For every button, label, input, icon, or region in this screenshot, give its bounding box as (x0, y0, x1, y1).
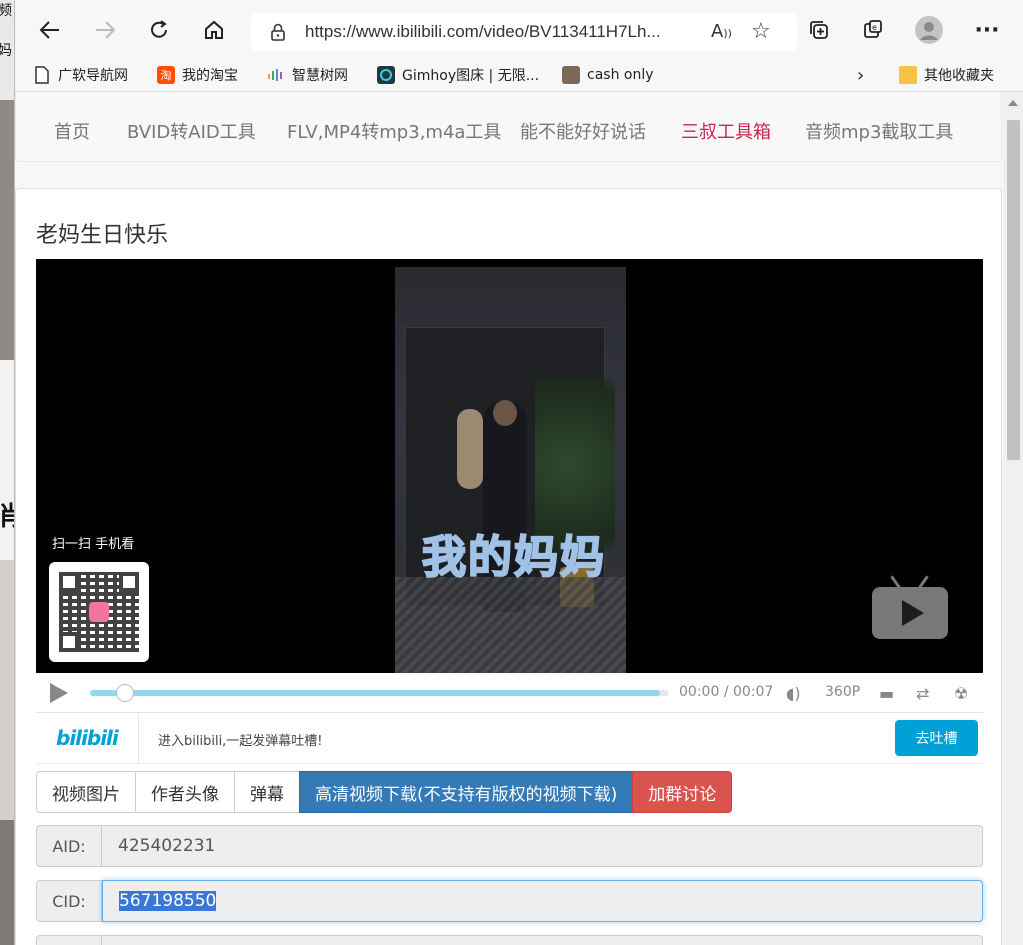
address-bar[interactable]: https://www.ibilibili.com/video/BV113411… (251, 13, 797, 51)
cid-selected-text: 567198550 (119, 891, 217, 911)
tab-video-images[interactable]: 视频图片 (36, 771, 136, 813)
next-field (36, 935, 983, 945)
video-overlay-text: 我的妈妈 (421, 531, 606, 584)
bookmark-label: 我的淘宝 (182, 68, 238, 84)
cid-label: CID: (36, 880, 102, 922)
tv-play-icon[interactable] (872, 575, 948, 639)
video-player[interactable]: 我的妈妈 扫一扫 手机看 (36, 259, 983, 673)
background-glyph: 肖 (0, 502, 14, 532)
background-glyph: 频 (0, 3, 12, 19)
lock-icon[interactable] (269, 22, 289, 42)
bookmark-item[interactable]: 广软导航网 (33, 64, 128, 86)
play-icon[interactable] (50, 683, 68, 703)
extensions-icon[interactable]: e (857, 14, 889, 46)
nav-item-toolbox[interactable]: 三叔工具箱 (681, 118, 771, 144)
aid-input[interactable]: 425402231 (102, 825, 983, 867)
nav-item-home[interactable]: 首页 (54, 118, 90, 144)
video-panel: 老妈生日快乐 我的妈妈 扫一扫 手机看 00:00 / 00:07 ◖) 360… (15, 188, 1002, 945)
bilibili-logo: bilibili (56, 726, 119, 750)
browser-toolbar: https://www.ibilibili.com/video/BV113411… (15, 0, 1023, 58)
bookmark-item[interactable]: Gimhoy图床 | 无限... (377, 64, 539, 86)
tab-buttons: 视频图片 作者头像 弹幕 高清视频下载(不支持有版权的视频下载) 加群讨论 (36, 771, 733, 813)
other-bookmarks-label: 其他收藏夹 (924, 68, 994, 84)
qr-code (49, 562, 149, 662)
bookmark-label: 智慧树网 (292, 68, 348, 84)
loop-icon[interactable]: ⇄ (916, 684, 929, 703)
current-time: 00:00 (679, 684, 720, 700)
danmaku-bar: bilibili 进入bilibili,一起发弹幕吐槽! 去吐槽 (36, 714, 983, 764)
cid-field: CID: 567198550 (36, 880, 983, 922)
danmaku-toggle-icon[interactable]: ▬ (879, 684, 894, 703)
collections-icon[interactable] (803, 14, 835, 46)
home-icon[interactable] (198, 14, 230, 46)
zhihuishu-icon (267, 66, 285, 84)
browser-window: https://www.ibilibili.com/video/BV113411… (14, 0, 1023, 945)
nav-item-bvid-to-aid[interactable]: BVID转AID工具 (127, 118, 256, 144)
other-bookmarks[interactable]: 其他收藏夹 (899, 64, 994, 86)
arrow-right-icon[interactable] (89, 14, 121, 46)
duration: 00:07 (732, 684, 774, 700)
player-controls: 00:00 / 00:07 ◖) 360P ▬ ⇄ ☢ (36, 673, 983, 713)
cid-input[interactable]: 567198550 (102, 880, 983, 922)
background-window: 频 妈 肖 (0, 0, 14, 945)
nav-item-speak-nicely[interactable]: 能不能好好说话 (520, 118, 646, 144)
arrow-left-icon[interactable] (34, 14, 66, 46)
nav-item-flv-mp4-to-mp3[interactable]: FLV,MP4转mp3,m4a工具 (287, 118, 501, 144)
aid-field: AID: 425402231 (36, 825, 983, 867)
tab-author-avatar[interactable]: 作者头像 (135, 771, 235, 813)
time-display: 00:00 / 00:07 (679, 684, 773, 700)
folder-icon (899, 66, 917, 84)
video-frame (395, 267, 626, 673)
progress-knob[interactable] (115, 684, 134, 702)
bookmark-label: 广软导航网 (58, 68, 128, 84)
next-field-input[interactable] (102, 935, 983, 945)
bookmark-item[interactable]: 智慧树网 (267, 64, 348, 86)
chevron-right-icon[interactable]: › (857, 64, 864, 86)
tab-join-group[interactable]: 加群讨论 (632, 771, 733, 813)
refresh-icon[interactable] (143, 14, 175, 46)
nav-item-mp3-cutter[interactable]: 音频mp3截取工具 (805, 118, 953, 144)
site-navbar: 首页 BVID转AID工具 FLV,MP4转mp3,m4a工具 能不能好好说话 … (15, 92, 1002, 162)
progress-fill (90, 690, 661, 696)
quality-selector[interactable]: 360P (825, 684, 860, 700)
page-icon (33, 66, 51, 84)
bookmark-label: cash only (587, 67, 654, 83)
scroll-up-icon[interactable] (1008, 100, 1018, 106)
more-icon[interactable]: ··· (971, 14, 1003, 46)
next-field-label (36, 935, 102, 945)
bookmark-item[interactable]: cash only (562, 64, 654, 86)
add-favorite-icon[interactable]: ☆ (751, 19, 771, 44)
background-glyph: 妈 (0, 43, 12, 59)
bookmarks-bar: 广软导航网 淘 我的淘宝 智慧树网 Gimhoy图床 | 无限... cash … (15, 58, 1023, 92)
page-content: 首页 BVID转AID工具 FLV,MP4转mp3,m4a工具 能不能好好说话 … (15, 92, 1003, 945)
taobao-icon: 淘 (157, 66, 175, 84)
scan-label: 扫一扫 手机看 (52, 537, 135, 552)
profile-icon[interactable] (913, 14, 945, 46)
scroll-thumb[interactable] (1007, 120, 1020, 460)
fullscreen-icon[interactable]: ☢ (954, 684, 968, 703)
page-scrollbar[interactable] (1003, 92, 1023, 945)
time-separator: / (723, 684, 729, 700)
tab-hd-download[interactable]: 高清视频下载(不支持有版权的视频下载) (299, 771, 634, 813)
progress-bar[interactable] (90, 684, 669, 702)
video-title: 老妈生日快乐 (36, 223, 169, 248)
bookmark-label: Gimhoy图床 | 无限... (402, 68, 540, 84)
avatar-icon (562, 66, 580, 84)
tab-danmaku[interactable]: 弹幕 (234, 771, 300, 813)
volume-icon[interactable]: ◖) (786, 684, 801, 703)
bookmark-item[interactable]: 淘 我的淘宝 (157, 64, 238, 86)
aid-label: AID: (36, 825, 102, 867)
gimhoy-icon (377, 66, 395, 84)
go-comment-button[interactable]: 去吐槽 (895, 720, 978, 756)
read-aloud-icon[interactable]: A)) (711, 21, 732, 42)
danmaku-hint: 进入bilibili,一起发弹幕吐槽! (158, 734, 323, 749)
svg-text:e: e (872, 23, 877, 32)
url-text[interactable]: https://www.ibilibili.com/video/BV113411… (305, 22, 661, 42)
